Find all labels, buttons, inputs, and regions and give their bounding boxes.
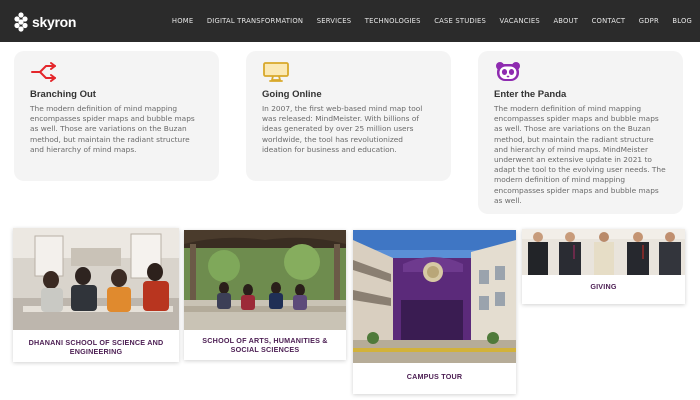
nav-gdpr[interactable]: GDPR: [639, 17, 659, 25]
lab-students-photo: [13, 228, 179, 330]
nav-blog[interactable]: BLOG: [672, 17, 692, 25]
nav-contact[interactable]: CONTACT: [592, 17, 626, 25]
feature-card-enter-the-panda: Enter the Panda The modern definition of…: [478, 51, 683, 214]
main-nav: HOME DIGITAL TRANSFORMATION SERVICES TEC…: [158, 0, 692, 42]
top-navbar: skyron HOME DIGITAL TRANSFORMATION SERVI…: [0, 0, 700, 42]
students-under-pavilion-photo: [184, 230, 346, 330]
nav-technologies[interactable]: TECHNOLOGIES: [365, 17, 421, 25]
tile-label: GIVING: [590, 282, 617, 291]
tile-school-arts-humanities[interactable]: SCHOOL OF ARTS, HUMANITIES & SOCIAL SCIE…: [184, 230, 346, 360]
card-title: Going Online: [262, 89, 322, 100]
card-text: The modern definition of mind mapping en…: [494, 104, 666, 205]
campus-building-photo: [353, 230, 516, 363]
panda-icon: [496, 62, 520, 81]
tile-label: SCHOOL OF ARTS, HUMANITIES & SOCIAL SCIE…: [202, 336, 328, 354]
nav-home[interactable]: HOME: [172, 17, 193, 25]
split-arrows-icon: [31, 62, 56, 82]
nav-case-studies[interactable]: CASE STUDIES: [434, 17, 486, 25]
nav-about[interactable]: ABOUT: [553, 17, 578, 25]
feature-card-branching-out: Branching Out The modern definition of m…: [14, 51, 219, 181]
card-title: Enter the Panda: [494, 89, 567, 100]
tile-giving[interactable]: GIVING: [522, 229, 685, 304]
skyron-logo-icon: [14, 12, 28, 32]
card-title: Branching Out: [30, 89, 96, 100]
group-portrait-photo: [522, 229, 685, 275]
card-text: The modern definition of mind mapping en…: [30, 104, 195, 154]
tile-campus-tour[interactable]: CAMPUS TOUR: [353, 230, 516, 394]
monitor-icon: [263, 62, 289, 82]
feature-card-going-online: Going Online In 2007, the first web-base…: [246, 51, 451, 181]
tile-label: CAMPUS TOUR: [406, 372, 463, 381]
nav-digital-transformation[interactable]: DIGITAL TRANSFORMATION: [207, 17, 303, 25]
nav-vacancies[interactable]: VACANCIES: [500, 17, 540, 25]
brand-name: skyron: [32, 14, 77, 30]
tile-school-science-engineering[interactable]: DHANANI SCHOOL OF SCIENCE AND ENGINEERIN…: [13, 228, 179, 362]
nav-services[interactable]: SERVICES: [317, 17, 352, 25]
card-text: In 2007, the first web-based mind map to…: [262, 104, 423, 154]
brand-logo[interactable]: skyron: [13, 10, 76, 34]
tile-label: DHANANI SCHOOL OF SCIENCE AND ENGINEERIN…: [28, 338, 164, 356]
